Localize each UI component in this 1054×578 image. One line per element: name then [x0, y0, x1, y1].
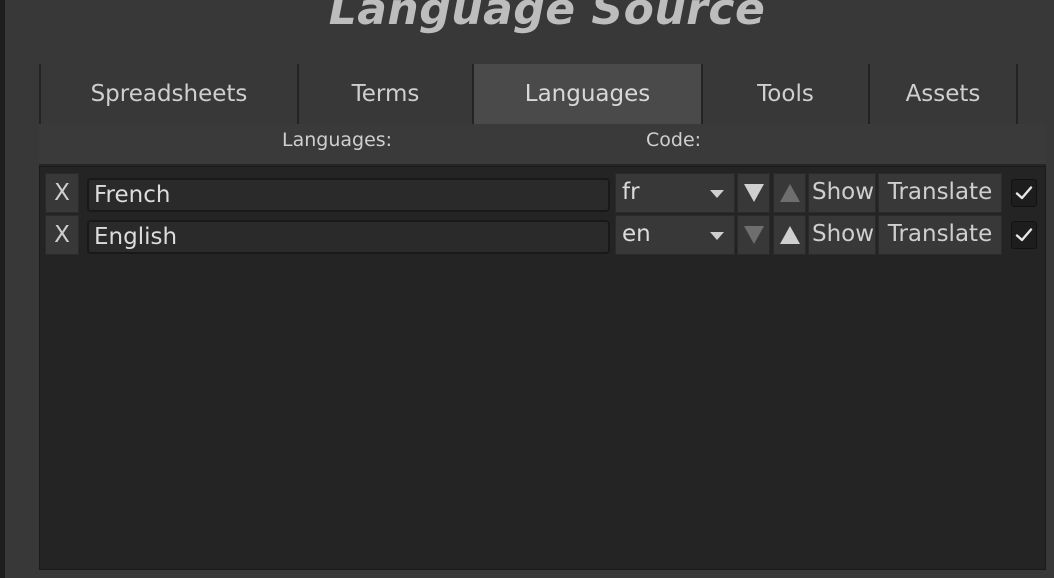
- chevron-down-icon: [710, 232, 724, 240]
- show-button[interactable]: Show: [808, 173, 876, 213]
- triangle-down-icon: [743, 226, 764, 244]
- language-row-english: X English en Show Translate: [45, 215, 1045, 255]
- tab-languages[interactable]: Languages: [472, 64, 701, 124]
- column-header: Languages: Code:: [39, 124, 1046, 166]
- move-up-button[interactable]: [773, 215, 806, 255]
- language-code-value: en: [622, 221, 651, 247]
- code-column-label: Code:: [646, 129, 702, 151]
- translate-button[interactable]: Translate: [878, 173, 1002, 213]
- language-code-select[interactable]: en: [615, 215, 735, 255]
- language-name-field[interactable]: French: [87, 178, 610, 212]
- tab-assets[interactable]: Assets: [868, 64, 1018, 124]
- chevron-down-icon: [710, 190, 724, 198]
- triangle-down-icon: [743, 184, 764, 202]
- language-row-french: X French fr Show Translate: [45, 173, 1045, 213]
- triangle-up-icon: [779, 184, 800, 202]
- translate-button[interactable]: Translate: [878, 215, 1002, 255]
- page-title: Language Source: [328, 0, 766, 35]
- move-down-button[interactable]: [737, 215, 770, 255]
- tab-spreadsheets[interactable]: Spreadsheets: [39, 64, 297, 124]
- tab-bar: Spreadsheets Terms Languages Tools Asset…: [39, 64, 1018, 124]
- remove-language-button[interactable]: X: [45, 173, 79, 213]
- language-code-value: fr: [622, 179, 640, 205]
- move-up-button[interactable]: [773, 173, 806, 213]
- checkmark-icon: [1015, 228, 1033, 242]
- tab-tools[interactable]: Tools: [701, 64, 868, 124]
- header: Language Source: [5, 0, 1054, 65]
- language-enabled-checkbox[interactable]: [1011, 221, 1037, 249]
- triangle-up-icon: [779, 226, 800, 244]
- move-down-button[interactable]: [737, 173, 770, 213]
- language-code-select[interactable]: fr: [615, 173, 735, 213]
- remove-language-button[interactable]: X: [45, 215, 79, 255]
- language-source-inspector: Language Source Spreadsheets Terms Langu…: [0, 0, 1054, 578]
- language-enabled-checkbox[interactable]: [1011, 179, 1037, 207]
- checkmark-icon: [1015, 186, 1033, 200]
- languages-column-label: Languages:: [282, 129, 393, 151]
- languages-list: X French fr Show Translate X English en …: [39, 166, 1046, 570]
- tab-terms[interactable]: Terms: [297, 64, 472, 124]
- show-button[interactable]: Show: [808, 215, 876, 255]
- language-name-field[interactable]: English: [87, 220, 610, 254]
